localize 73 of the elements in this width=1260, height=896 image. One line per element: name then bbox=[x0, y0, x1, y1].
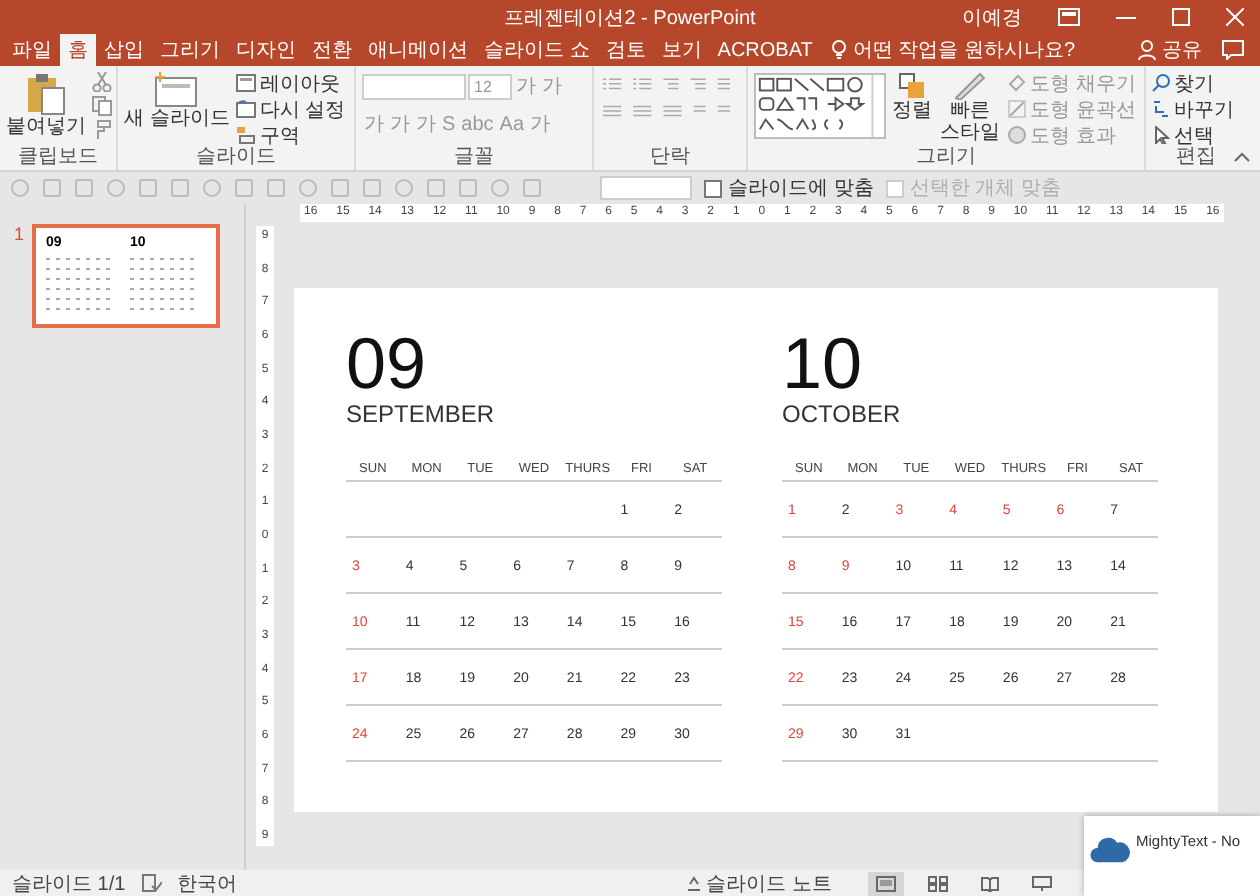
ribbon-tab[interactable]: 삽입 bbox=[96, 34, 152, 66]
window-title: 프레젠테이션2 - PowerPoint bbox=[504, 5, 756, 31]
month-name: OCTOBER bbox=[782, 400, 901, 428]
paste-button[interactable]: 붙여넣기 bbox=[6, 72, 86, 139]
font-name-field[interactable] bbox=[362, 73, 466, 99]
copy-icon[interactable] bbox=[92, 96, 112, 116]
brush-icon bbox=[954, 72, 986, 100]
cut-icon[interactable] bbox=[92, 72, 112, 92]
arrange-icon bbox=[898, 72, 926, 100]
share-button[interactable]: 공유 bbox=[1162, 36, 1202, 64]
grid-icon bbox=[928, 875, 948, 891]
ribbon-tab[interactable]: 그리기 bbox=[152, 34, 228, 66]
new-slide-icon bbox=[154, 72, 199, 108]
section-button[interactable]: 구역 bbox=[235, 124, 300, 146]
month-number: 09 bbox=[346, 332, 427, 396]
month-name: SEPTEMBER bbox=[346, 400, 495, 428]
normal-view-icon bbox=[876, 875, 896, 891]
select-button[interactable]: 선택 bbox=[1152, 124, 1214, 146]
ribbon-tab[interactable]: 디자인 bbox=[228, 34, 304, 66]
book-icon bbox=[980, 875, 1000, 891]
cursor-icon bbox=[1152, 126, 1170, 144]
ribbon-tab[interactable]: ACROBAT bbox=[709, 34, 821, 66]
layout-icon bbox=[235, 74, 256, 92]
group-label: 단락 bbox=[650, 146, 690, 170]
notes-button[interactable]: 슬라이드 노트 bbox=[686, 869, 832, 896]
month-number: 10 bbox=[782, 332, 863, 396]
replace-button[interactable]: 바꾸기 bbox=[1152, 98, 1234, 120]
comment-icon[interactable] bbox=[1222, 40, 1244, 60]
ribbon-tab[interactable]: 검토 bbox=[597, 34, 654, 66]
cloud-logo-icon bbox=[1090, 832, 1130, 864]
quick-styles-button[interactable]: 빠른 스타일 bbox=[938, 72, 1002, 144]
group-label: 슬라이드 bbox=[196, 146, 276, 170]
maximize-icon[interactable] bbox=[1172, 8, 1190, 26]
font-size-field[interactable]: 12 bbox=[468, 73, 512, 99]
user-name: 이예경 bbox=[962, 5, 1022, 31]
shapes-gallery-drawing[interactable] bbox=[754, 72, 886, 140]
ribbon-tab[interactable]: 홈 bbox=[60, 34, 96, 66]
group-label: 클립보드 bbox=[18, 146, 98, 170]
new-slide-button[interactable]: 새 슬라이드 bbox=[124, 72, 230, 131]
clipboard-icon bbox=[26, 72, 66, 116]
search-icon bbox=[1152, 74, 1170, 92]
circle-icon bbox=[1008, 126, 1026, 144]
group-label: 글꼴 bbox=[454, 146, 494, 170]
find-button[interactable]: 찾기 bbox=[1152, 72, 1214, 94]
ribbon-tab[interactable]: 슬라이드 쇼 bbox=[476, 34, 598, 66]
person-icon bbox=[1138, 40, 1156, 60]
slide-count: 슬라이드 1/1 bbox=[12, 871, 126, 896]
fit-to-slide-checkbox[interactable]: 슬라이드에 맞춤 bbox=[704, 174, 874, 202]
zoom-field[interactable] bbox=[600, 176, 692, 200]
ribbon-display-icon[interactable] bbox=[1058, 8, 1080, 26]
language-label[interactable]: 한국어 bbox=[177, 869, 238, 896]
lightbulb-icon bbox=[832, 40, 847, 60]
replace-icon bbox=[1152, 100, 1170, 118]
tell-me-field[interactable]: 어떤 작업을 원하시나요? bbox=[852, 36, 1076, 64]
group-label: 그리기 bbox=[916, 146, 976, 170]
arrange-button[interactable]: 정렬 bbox=[892, 72, 932, 123]
ribbon-tab[interactable]: 파일 bbox=[4, 34, 60, 66]
slide-number: 1 bbox=[14, 224, 25, 244]
collapse-ribbon-icon[interactable] bbox=[1234, 152, 1250, 162]
reset-icon bbox=[235, 100, 256, 118]
group-label: 편집 bbox=[1176, 146, 1216, 170]
ribbon-tab[interactable]: 전환 bbox=[304, 34, 360, 66]
ribbon-tab[interactable]: 애니메이션 bbox=[360, 34, 476, 66]
format-painter-icon[interactable] bbox=[92, 120, 112, 140]
normal-view-button[interactable] bbox=[868, 871, 904, 895]
spelling-icon[interactable] bbox=[141, 874, 162, 892]
reset-button[interactable]: 다시 설정 bbox=[235, 98, 346, 120]
section-icon bbox=[235, 126, 256, 144]
caret-icon bbox=[686, 875, 703, 891]
projector-screen-icon bbox=[1032, 875, 1052, 891]
ribbon-tab[interactable]: 보기 bbox=[653, 34, 710, 66]
close-icon[interactable] bbox=[1226, 8, 1244, 26]
layout-button[interactable]: 레이아웃 bbox=[235, 72, 340, 94]
